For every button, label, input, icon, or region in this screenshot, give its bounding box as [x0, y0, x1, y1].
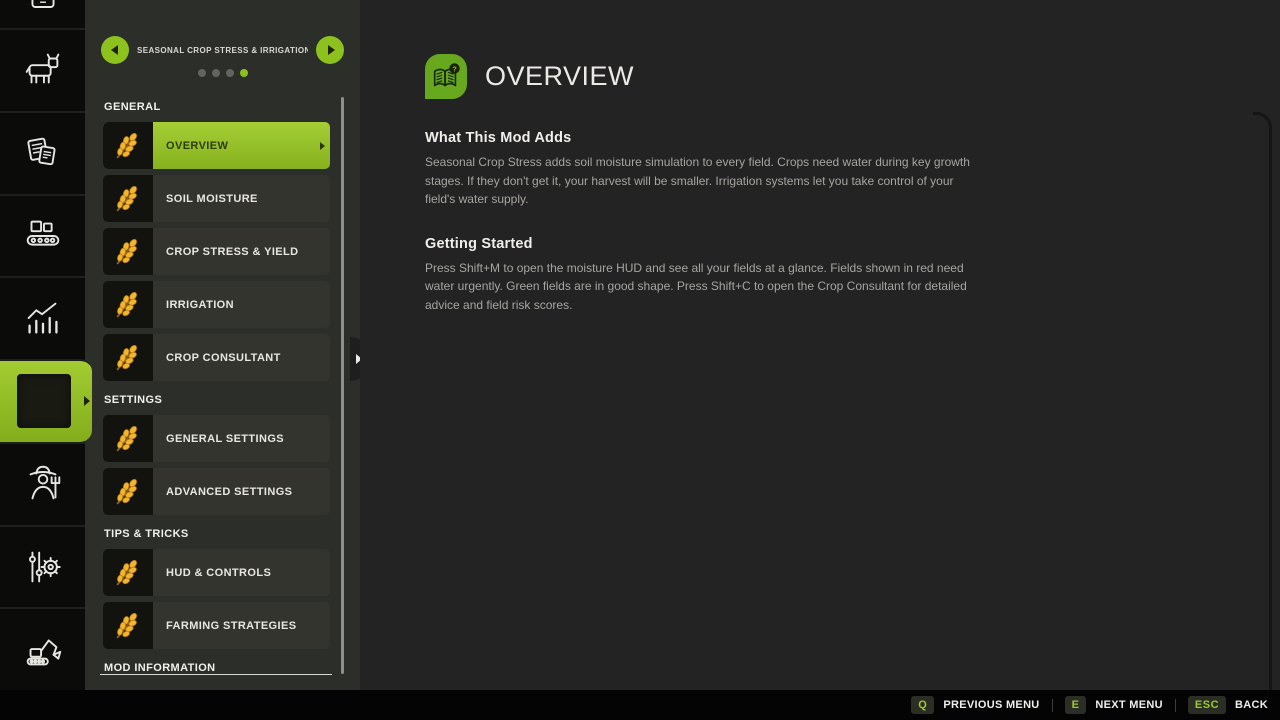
- help-topics-list: GENERAL OVERVIEW SOIL MOISTURE CROP STRESS …: [103, 98, 330, 674]
- section-body-what-this-mod-adds: Seasonal Crop Stress adds soil moisture …: [425, 153, 985, 209]
- chevron-right-icon: [320, 142, 325, 150]
- panel-edge: [1253, 112, 1272, 690]
- page-dot-3[interactable]: [226, 69, 234, 77]
- topic-label: CROP STRESS & YIELD: [153, 246, 299, 258]
- character-icon: [20, 461, 66, 507]
- help-topic-crop-consultant[interactable]: CROP CONSULTANT: [103, 334, 330, 381]
- help-book-icon: ?: [425, 54, 467, 99]
- help-topic-overview[interactable]: OVERVIEW: [103, 122, 330, 169]
- contracts-icon: [20, 130, 66, 176]
- footer-keybar: Q PREVIOUS MENU E NEXT MENU ESC BACK: [0, 690, 1280, 720]
- topic-label: HUD & CONTROLS: [153, 567, 271, 579]
- section-heading-getting-started: Getting Started: [425, 236, 985, 252]
- rail-tab-game-settings[interactable]: [0, 525, 85, 608]
- wheat-icon: [103, 281, 153, 328]
- page-dot-4[interactable]: [240, 69, 248, 77]
- wheat-icon: [103, 415, 153, 462]
- arrow-right-icon: [328, 45, 335, 55]
- rail-tab-production[interactable]: [0, 194, 85, 277]
- topic-label: ADVANCED SETTINGS: [153, 486, 292, 498]
- wheat-icon: [103, 602, 153, 649]
- footer-divider: [1175, 699, 1176, 712]
- topic-label: GENERAL SETTINGS: [153, 433, 284, 445]
- topic-label: FARMING STRATEGIES: [153, 620, 296, 632]
- page-title: OVERVIEW: [485, 61, 634, 92]
- topic-label: IRRIGATION: [153, 299, 234, 311]
- section-header-mod-information: MOD INFORMATION: [104, 662, 330, 674]
- keybind-label: BACK: [1235, 699, 1268, 711]
- sidebar-header: SEASONAL CROP STRESS & IRRIGATION MA...: [101, 36, 344, 64]
- wheat-icon: [103, 175, 153, 222]
- help-topic-irrigation[interactable]: IRRIGATION: [103, 281, 330, 328]
- section-header-tips-tricks: TIPS & TRICKS: [104, 528, 330, 540]
- page-dot-2[interactable]: [212, 69, 220, 77]
- help-topic-crop-stress-yield[interactable]: CROP STRESS & YIELD: [103, 228, 330, 275]
- production-icon: [20, 213, 66, 259]
- section-heading-what-this-mod-adds: What This Mod Adds: [425, 130, 985, 146]
- help-topic-soil-moisture[interactable]: SOIL MOISTURE: [103, 175, 330, 222]
- section-body-getting-started: Press Shift+M to open the moisture HUD a…: [425, 259, 985, 315]
- topic-label: OVERVIEW: [153, 140, 228, 152]
- game-settings-icon: [20, 544, 66, 590]
- chevron-right-icon: [84, 396, 90, 406]
- keybind-previous-menu[interactable]: Q PREVIOUS MENU: [911, 696, 1039, 714]
- svg-text:?: ?: [452, 64, 457, 73]
- statistics-icon: [20, 296, 66, 342]
- section-header-general: GENERAL: [104, 101, 330, 113]
- wheat-icon: [103, 468, 153, 515]
- key-badge-e: E: [1065, 696, 1087, 714]
- help-content: ? OVERVIEW What This Mod Adds Seasonal Cr…: [360, 0, 1280, 690]
- help-topic-advanced-settings[interactable]: ADVANCED SETTINGS: [103, 468, 330, 515]
- help-topic-general-settings[interactable]: GENERAL SETTINGS: [103, 415, 330, 462]
- section-header-settings: SETTINGS: [104, 394, 330, 406]
- footer-divider: [1052, 699, 1053, 712]
- left-rail: [0, 0, 85, 690]
- arrow-left-icon: [111, 45, 118, 55]
- help-topic-hud-controls[interactable]: HUD & CONTROLS: [103, 549, 330, 596]
- rail-tab-contracts[interactable]: [0, 111, 85, 194]
- rail-tab-animals[interactable]: [0, 28, 85, 111]
- wheat-icon: [103, 228, 153, 275]
- mod-title: SEASONAL CROP STRESS & IRRIGATION MA...: [137, 46, 308, 55]
- help-topic-farming-strategies[interactable]: FARMING STRATEGIES: [103, 602, 330, 649]
- map-icon: [20, 0, 66, 18]
- help-menu-screen: SEASONAL CROP STRESS & IRRIGATION MA... …: [0, 0, 1280, 720]
- rail-tab-map[interactable]: [0, 0, 85, 28]
- topic-label: SOIL MOISTURE: [153, 193, 258, 205]
- next-category-button[interactable]: [316, 36, 344, 64]
- key-badge-q: Q: [911, 696, 934, 714]
- wheat-icon: [103, 549, 153, 596]
- keybind-label: PREVIOUS MENU: [943, 699, 1039, 711]
- key-badge-esc: ESC: [1188, 696, 1226, 714]
- keybind-next-menu[interactable]: E NEXT MENU: [1065, 696, 1163, 714]
- wheat-icon: [103, 334, 153, 381]
- topic-label: CROP CONSULTANT: [153, 352, 281, 364]
- content-sections: What This Mod Adds Seasonal Crop Stress a…: [425, 130, 985, 342]
- keybind-back[interactable]: ESC BACK: [1188, 696, 1268, 714]
- construction-icon: [20, 627, 66, 673]
- sidebar-scrollbar[interactable]: [341, 97, 344, 674]
- rail-tab-mod-guide[interactable]: [0, 359, 92, 442]
- mod-guide-icon: [17, 374, 71, 428]
- keybind-label: NEXT MENU: [1095, 699, 1162, 711]
- rail-tab-construction[interactable]: [0, 607, 85, 690]
- content-header: ? OVERVIEW: [425, 54, 634, 99]
- page-dots: [85, 69, 360, 77]
- wheat-icon: [103, 122, 153, 169]
- page-dot-1[interactable]: [198, 69, 206, 77]
- prev-category-button[interactable]: [101, 36, 129, 64]
- help-sidebar: SEASONAL CROP STRESS & IRRIGATION MA... …: [85, 0, 360, 690]
- animals-icon: [20, 47, 66, 93]
- rail-tab-character[interactable]: [0, 442, 85, 525]
- rail-tab-statistics[interactable]: [0, 276, 85, 359]
- list-bottom-divider: [100, 674, 332, 675]
